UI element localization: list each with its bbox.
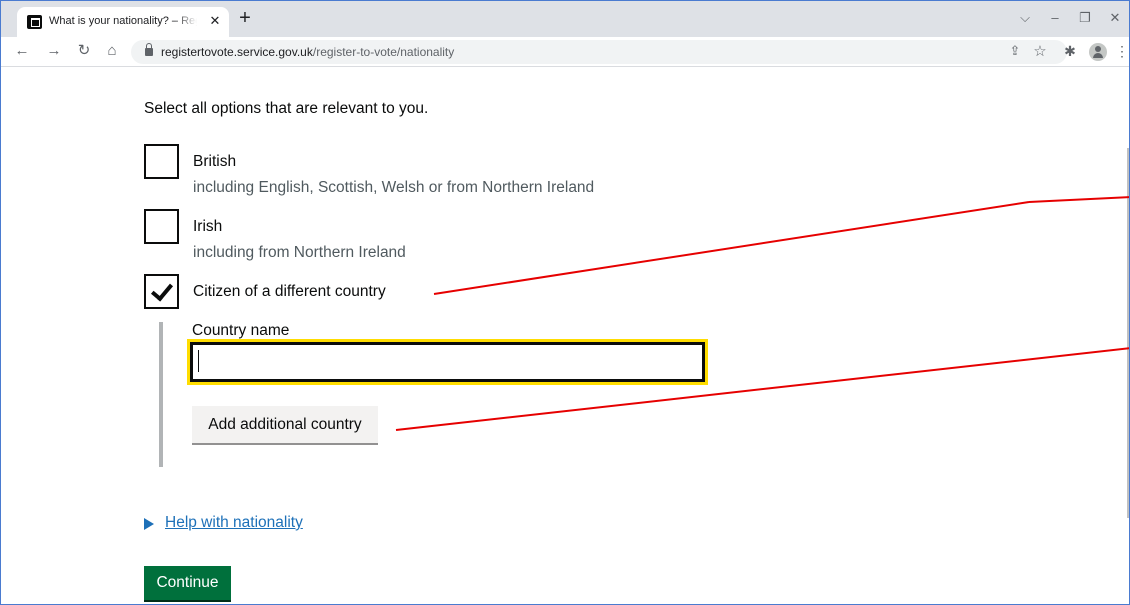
- text-caret: [198, 350, 199, 372]
- tab-search-chevron-icon[interactable]: ⌵: [1017, 9, 1033, 27]
- annotation-line-checkbox: [433, 201, 1030, 295]
- url-domain: registertovote.service.gov.uk: [161, 45, 313, 59]
- checkmark-icon: [150, 278, 174, 302]
- country-name-input[interactable]: [187, 339, 708, 385]
- british-hint: including English, Scottish, Welsh or fr…: [193, 179, 595, 196]
- new-tab-button[interactable]: +: [235, 8, 255, 29]
- browser-window: What is your nationality? – Register to …: [0, 0, 1130, 605]
- tab-title: What is your nationality? – Register to …: [49, 15, 197, 27]
- checkbox-hint: Select all options that are relevant to …: [144, 100, 429, 117]
- other-country-label[interactable]: Citizen of a different country: [193, 283, 386, 301]
- browser-tab[interactable]: What is your nationality? – Register to …: [17, 7, 229, 37]
- close-window-icon[interactable]: ✕: [1107, 9, 1123, 27]
- british-label[interactable]: British: [193, 153, 236, 171]
- profile-avatar-icon[interactable]: [1089, 43, 1107, 61]
- bookmark-star-icon[interactable]: ☆: [1031, 42, 1049, 60]
- menu-kebab-icon[interactable]: ⋮: [1113, 42, 1129, 60]
- help-with-nationality-link[interactable]: Help with nationality: [165, 514, 303, 532]
- share-icon[interactable]: ⇪: [1006, 43, 1024, 61]
- url-text[interactable]: registertovote.service.gov.uk/register-t…: [161, 45, 454, 59]
- irish-label[interactable]: Irish: [193, 218, 222, 236]
- add-additional-country-button[interactable]: Add additional country: [192, 406, 378, 443]
- british-checkbox[interactable]: [144, 144, 179, 179]
- annotation-line-checkbox-end: [1028, 196, 1129, 203]
- address-bar[interactable]: registertovote.service.gov.uk/register-t…: [131, 40, 1067, 64]
- restore-icon[interactable]: ❐: [1077, 9, 1093, 27]
- crown-favicon-icon: [27, 15, 42, 29]
- reload-icon[interactable]: ↻: [75, 42, 93, 60]
- tab-strip: What is your nationality? – Register to …: [1, 1, 1129, 37]
- home-icon[interactable]: ⌂: [103, 42, 121, 60]
- continue-button[interactable]: Continue: [144, 566, 231, 600]
- other-country-checkbox[interactable]: [144, 274, 179, 309]
- conditional-reveal-border: [159, 322, 163, 467]
- page-content: Select all options that are relevant to …: [1, 68, 1129, 604]
- irish-checkbox[interactable]: [144, 209, 179, 244]
- url-path: /register-to-vote/nationality: [312, 45, 455, 59]
- irish-hint: including from Northern Ireland: [193, 244, 406, 261]
- minimize-icon[interactable]: –: [1047, 9, 1063, 27]
- tab-close-icon[interactable]: ✕: [207, 13, 223, 29]
- forward-arrow-icon[interactable]: →: [45, 42, 63, 60]
- disclosure-triangle-icon[interactable]: [144, 518, 154, 530]
- country-name-label: Country name: [192, 322, 290, 339]
- back-arrow-icon[interactable]: ←: [13, 42, 31, 60]
- extensions-puzzle-icon[interactable]: ✱: [1061, 42, 1079, 60]
- browser-toolbar: ← → ↻ ⌂ registertovote.service.gov.uk/re…: [1, 37, 1129, 67]
- lock-icon[interactable]: [145, 43, 153, 56]
